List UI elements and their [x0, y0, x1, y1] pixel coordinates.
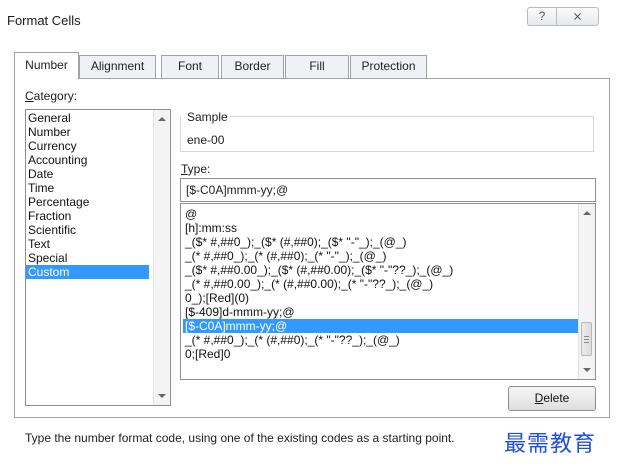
- help-button[interactable]: ?: [527, 7, 557, 26]
- format-item-selected[interactable]: [$-C0A]mmm-yy;@: [183, 319, 578, 333]
- tab-alignment[interactable]: Alignment: [79, 55, 156, 78]
- tab-border[interactable]: Border: [221, 55, 284, 78]
- category-item-special[interactable]: Special: [26, 251, 149, 265]
- category-item-fraction[interactable]: Fraction: [26, 209, 149, 223]
- grip-line: [584, 339, 589, 340]
- scroll-up-arrow-icon[interactable]: [158, 117, 166, 121]
- format-item[interactable]: _(* #,##0_);_(* (#,##0);_(* "-"_);_(@_): [183, 249, 578, 263]
- category-scrollbar[interactable]: [153, 110, 170, 405]
- scrollbar-thumb[interactable]: [581, 322, 592, 356]
- tab-font[interactable]: Font: [161, 55, 219, 78]
- type-input[interactable]: [$-C0A]mmm-yy;@: [180, 178, 596, 202]
- format-list-scrollbar[interactable]: [578, 204, 595, 379]
- format-item[interactable]: _(* #,##0_);_(* (#,##0);_(* "-"??_);_(@_…: [183, 333, 578, 347]
- category-item-time[interactable]: Time: [26, 181, 149, 195]
- type-label: Type:: [181, 162, 211, 176]
- help-icon: ?: [538, 9, 546, 23]
- scroll-down-arrow-icon[interactable]: [158, 394, 166, 398]
- category-item-number[interactable]: Number: [26, 125, 149, 139]
- category-item-currency[interactable]: Currency: [26, 139, 149, 153]
- tab-number[interactable]: Number: [14, 52, 79, 79]
- title-bar: Format Cells ? ⨯: [0, 0, 626, 36]
- category-item-percentage[interactable]: Percentage: [26, 195, 149, 209]
- category-list[interactable]: General Number Currency Accounting Date …: [25, 109, 171, 406]
- scroll-down-arrow-icon[interactable]: [583, 368, 591, 372]
- format-item[interactable]: [h]:mm:ss: [183, 221, 578, 235]
- tab-protection[interactable]: Protection: [350, 55, 427, 78]
- category-item-custom[interactable]: Custom: [26, 265, 149, 279]
- format-item[interactable]: _(* #,##0.00_);_(* (#,##0.00);_(* "-"??_…: [183, 277, 578, 291]
- delete-button[interactable]: Delete: [508, 386, 596, 411]
- category-item-accounting[interactable]: Accounting: [26, 153, 149, 167]
- hint-text: Type the number format code, using one o…: [25, 431, 455, 445]
- close-button[interactable]: ⨯: [557, 7, 599, 26]
- format-item[interactable]: @: [183, 207, 578, 221]
- format-item[interactable]: 0;[Red]0: [183, 347, 578, 361]
- format-code-list[interactable]: @ [h]:mm:ss _($* #,##0_);_($* (#,##0);_(…: [180, 203, 596, 380]
- category-label: Category:: [25, 89, 78, 103]
- scroll-up-arrow-icon[interactable]: [583, 211, 591, 215]
- sample-group-line: [230, 116, 594, 117]
- window-title: Format Cells: [7, 13, 81, 28]
- tab-fill[interactable]: Fill: [285, 55, 349, 78]
- sample-group: [180, 116, 594, 152]
- sample-label: Sample: [187, 110, 228, 124]
- category-item-text[interactable]: Text: [26, 237, 149, 251]
- sample-value: ene-00: [187, 133, 225, 147]
- watermark-text: 最需教育: [504, 432, 597, 457]
- grip-line: [584, 342, 589, 343]
- category-item-general[interactable]: General: [26, 111, 149, 125]
- format-item[interactable]: [$-409]d-mmm-yy;@: [183, 305, 578, 319]
- grip-line: [584, 336, 589, 337]
- category-item-scientific[interactable]: Scientific: [26, 223, 149, 237]
- format-item[interactable]: _($* #,##0.00_);_($* (#,##0.00);_($* "-"…: [183, 263, 578, 277]
- format-item[interactable]: 0_);[Red](0): [183, 291, 578, 305]
- close-icon: ⨯: [572, 9, 583, 23]
- category-item-date[interactable]: Date: [26, 167, 149, 181]
- format-item[interactable]: _($* #,##0_);_($* (#,##0);_($* "-"_);_(@…: [183, 235, 578, 249]
